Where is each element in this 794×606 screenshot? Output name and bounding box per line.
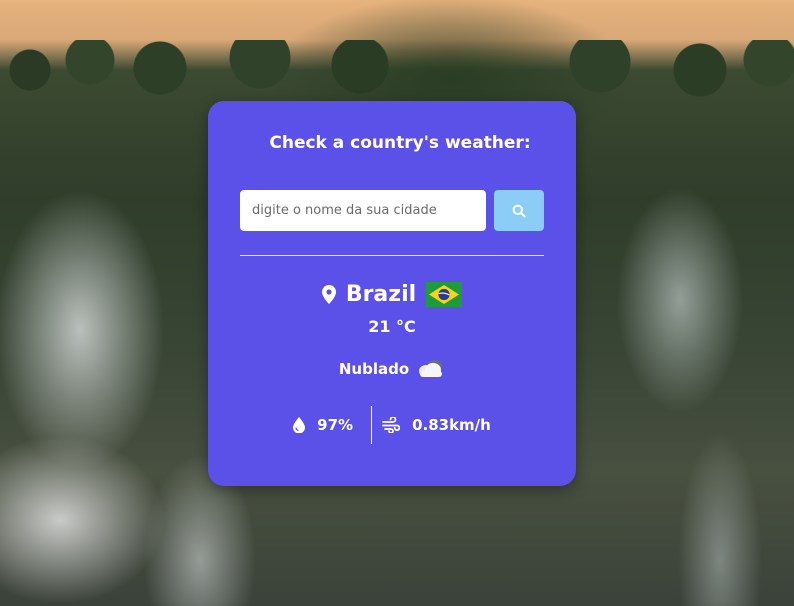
- search-button[interactable]: [494, 190, 544, 231]
- city-search-input[interactable]: [240, 190, 486, 231]
- country-flag: [426, 281, 463, 307]
- stats-row: 97% 0.83km/h: [208, 406, 576, 444]
- card-title: Check a country's weather:: [269, 133, 531, 153]
- divider: [240, 255, 544, 256]
- condition-text: Nublado: [338, 360, 410, 378]
- humidity-stat: 97%: [293, 416, 353, 434]
- wind-icon: [382, 417, 401, 433]
- wind-value: 0.83km/h: [412, 416, 491, 434]
- country-name: Brazil: [345, 281, 417, 307]
- condition-row: Nublado: [208, 356, 576, 382]
- search-icon: [512, 204, 526, 217]
- location-pin-icon: [321, 284, 336, 304]
- wind-stat: 0.83km/h: [382, 416, 491, 434]
- background-treeline: [0, 40, 794, 100]
- stats-divider: [371, 406, 373, 444]
- humidity-value: 97%: [317, 416, 354, 434]
- temperature: 21 °C: [368, 317, 416, 336]
- location-row: Brazil: [208, 278, 576, 310]
- cloud-icon: [419, 360, 443, 377]
- weather-card: Check a country's weather: Brazil 21 °C …: [208, 101, 576, 486]
- water-drop-icon: [293, 417, 306, 433]
